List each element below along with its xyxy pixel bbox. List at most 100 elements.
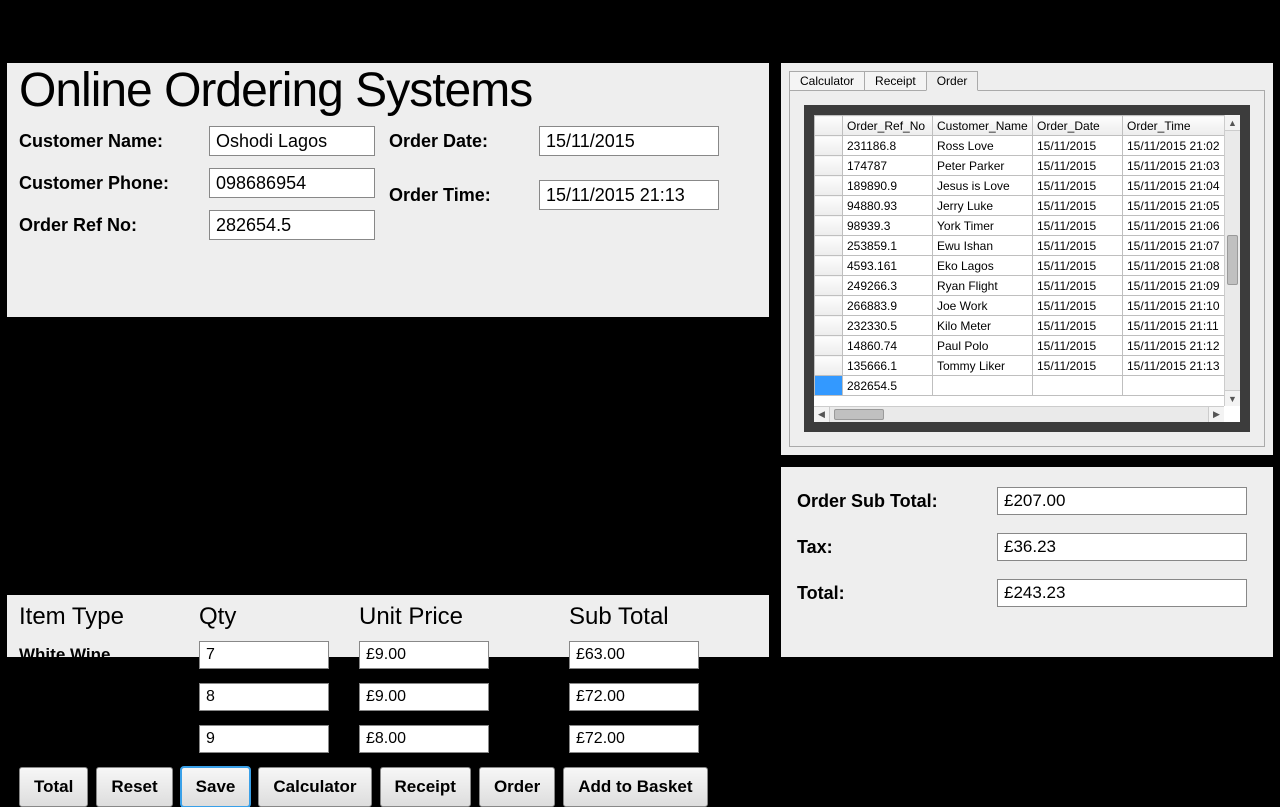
table-cell[interactable]: Eko Lagos: [933, 256, 1033, 276]
save-button[interactable]: Save: [181, 767, 251, 807]
table-row[interactable]: 4593.161Eko Lagos15/11/201515/11/2015 21…: [815, 256, 1225, 276]
row-header[interactable]: [815, 336, 843, 356]
table-cell[interactable]: Kilo Meter: [933, 316, 1033, 336]
scroll-right-icon[interactable]: ▶: [1208, 407, 1224, 422]
vertical-scrollbar[interactable]: ▲ ▼: [1224, 115, 1240, 406]
scroll-left-icon[interactable]: ◀: [814, 407, 830, 422]
table-row[interactable]: 231186.8Ross Love15/11/201515/11/2015 21…: [815, 136, 1225, 156]
table-row[interactable]: 98939.3York Timer15/11/201515/11/2015 21…: [815, 216, 1225, 236]
table-cell[interactable]: 15/11/2015 21:07: [1123, 236, 1225, 256]
table-cell[interactable]: 15/11/2015: [1033, 356, 1123, 376]
table-cell[interactable]: 15/11/2015 21:09: [1123, 276, 1225, 296]
row-header[interactable]: [815, 276, 843, 296]
table-cell[interactable]: Joe Work: [933, 296, 1033, 316]
table-cell[interactable]: 174787: [843, 156, 933, 176]
table-cell[interactable]: 15/11/2015 21:04: [1123, 176, 1225, 196]
table-cell[interactable]: 15/11/2015 21:06: [1123, 216, 1225, 236]
tax-input[interactable]: [997, 533, 1247, 561]
table-cell[interactable]: 15/11/2015: [1033, 316, 1123, 336]
table-cell[interactable]: 15/11/2015 21:03: [1123, 156, 1225, 176]
item-price-input[interactable]: [359, 641, 489, 669]
table-cell[interactable]: 15/11/2015 21:10: [1123, 296, 1225, 316]
item-subtotal-input[interactable]: [569, 725, 699, 753]
table-cell[interactable]: 15/11/2015: [1033, 136, 1123, 156]
table-row[interactable]: 174787Peter Parker15/11/201515/11/2015 2…: [815, 156, 1225, 176]
row-header[interactable]: [815, 176, 843, 196]
calculator-button[interactable]: Calculator: [258, 767, 371, 807]
row-header[interactable]: [815, 296, 843, 316]
table-cell[interactable]: 15/11/2015: [1033, 276, 1123, 296]
table-cell[interactable]: 189890.9: [843, 176, 933, 196]
table-cell[interactable]: 266883.9: [843, 296, 933, 316]
table-row[interactable]: 189890.9Jesus is Love15/11/201515/11/201…: [815, 176, 1225, 196]
item-qty-input[interactable]: [199, 683, 329, 711]
item-price-input[interactable]: [359, 683, 489, 711]
table-row[interactable]: 282654.5: [815, 376, 1225, 396]
row-header[interactable]: [815, 356, 843, 376]
customer-name-input[interactable]: [209, 126, 375, 156]
table-cell[interactable]: 94880.93: [843, 196, 933, 216]
column-header[interactable]: Customer_Name: [933, 116, 1033, 136]
table-cell[interactable]: 15/11/2015 21:02: [1123, 136, 1225, 156]
table-cell[interactable]: 15/11/2015: [1033, 236, 1123, 256]
total-input[interactable]: [997, 579, 1247, 607]
scroll-thumb[interactable]: [834, 409, 884, 420]
table-row[interactable]: 232330.5Kilo Meter15/11/201515/11/2015 2…: [815, 316, 1225, 336]
add-to-basket-button[interactable]: Add to Basket: [563, 767, 707, 807]
receipt-button[interactable]: Receipt: [380, 767, 471, 807]
table-cell[interactable]: 253859.1: [843, 236, 933, 256]
table-cell[interactable]: 232330.5: [843, 316, 933, 336]
row-header[interactable]: [815, 136, 843, 156]
tab-order[interactable]: Order: [926, 71, 979, 91]
table-cell[interactable]: Tommy Liker: [933, 356, 1033, 376]
horizontal-scrollbar[interactable]: ◀ ▶: [814, 406, 1224, 422]
table-row[interactable]: 135666.1Tommy Liker15/11/201515/11/2015 …: [815, 356, 1225, 376]
table-row[interactable]: 94880.93Jerry Luke15/11/201515/11/2015 2…: [815, 196, 1225, 216]
row-header[interactable]: [815, 216, 843, 236]
row-header[interactable]: [815, 316, 843, 336]
table-cell[interactable]: 15/11/2015 21:08: [1123, 256, 1225, 276]
table-row[interactable]: 14860.74Paul Polo15/11/201515/11/2015 21…: [815, 336, 1225, 356]
table-cell[interactable]: Paul Polo: [933, 336, 1033, 356]
row-header[interactable]: [815, 156, 843, 176]
row-header[interactable]: [815, 196, 843, 216]
order-time-input[interactable]: [539, 180, 719, 210]
order-ref-input[interactable]: [209, 210, 375, 240]
table-row[interactable]: 249266.3Ryan Flight15/11/201515/11/2015 …: [815, 276, 1225, 296]
table-cell[interactable]: Peter Parker: [933, 156, 1033, 176]
table-cell[interactable]: 231186.8: [843, 136, 933, 156]
scroll-up-icon[interactable]: ▲: [1225, 115, 1240, 131]
scroll-down-icon[interactable]: ▼: [1225, 390, 1240, 406]
table-cell[interactable]: Jerry Luke: [933, 196, 1033, 216]
customer-phone-input[interactable]: [209, 168, 375, 198]
table-cell[interactable]: 15/11/2015 21:12: [1123, 336, 1225, 356]
item-qty-input[interactable]: [199, 641, 329, 669]
item-subtotal-input[interactable]: [569, 641, 699, 669]
column-header[interactable]: Order_Date: [1033, 116, 1123, 136]
column-header[interactable]: Order_Time: [1123, 116, 1225, 136]
table-cell[interactable]: 15/11/2015: [1033, 196, 1123, 216]
table-cell[interactable]: 15/11/2015 21:11: [1123, 316, 1225, 336]
table-row[interactable]: 266883.9Joe Work15/11/201515/11/2015 21:…: [815, 296, 1225, 316]
table-cell[interactable]: 98939.3: [843, 216, 933, 236]
table-cell[interactable]: 135666.1: [843, 356, 933, 376]
table-cell[interactable]: Ryan Flight: [933, 276, 1033, 296]
table-cell[interactable]: 15/11/2015: [1033, 216, 1123, 236]
data-grid[interactable]: Order_Ref_NoCustomer_NameOrder_DateOrder…: [814, 115, 1224, 406]
table-cell[interactable]: Jesus is Love: [933, 176, 1033, 196]
table-cell[interactable]: 15/11/2015: [1033, 156, 1123, 176]
tab-calculator[interactable]: Calculator: [789, 71, 865, 90]
row-header[interactable]: [815, 256, 843, 276]
table-cell[interactable]: 14860.74: [843, 336, 933, 356]
table-cell[interactable]: Ewu Ishan: [933, 236, 1033, 256]
table-row[interactable]: 253859.1Ewu Ishan15/11/201515/11/2015 21…: [815, 236, 1225, 256]
table-cell[interactable]: 15/11/2015: [1033, 256, 1123, 276]
table-cell[interactable]: 15/11/2015 21:05: [1123, 196, 1225, 216]
item-qty-input[interactable]: [199, 725, 329, 753]
item-subtotal-input[interactable]: [569, 683, 699, 711]
table-cell[interactable]: 282654.5: [843, 376, 933, 396]
item-price-input[interactable]: [359, 725, 489, 753]
table-cell[interactable]: 15/11/2015: [1033, 336, 1123, 356]
table-cell[interactable]: Ross Love: [933, 136, 1033, 156]
column-header[interactable]: Order_Ref_No: [843, 116, 933, 136]
